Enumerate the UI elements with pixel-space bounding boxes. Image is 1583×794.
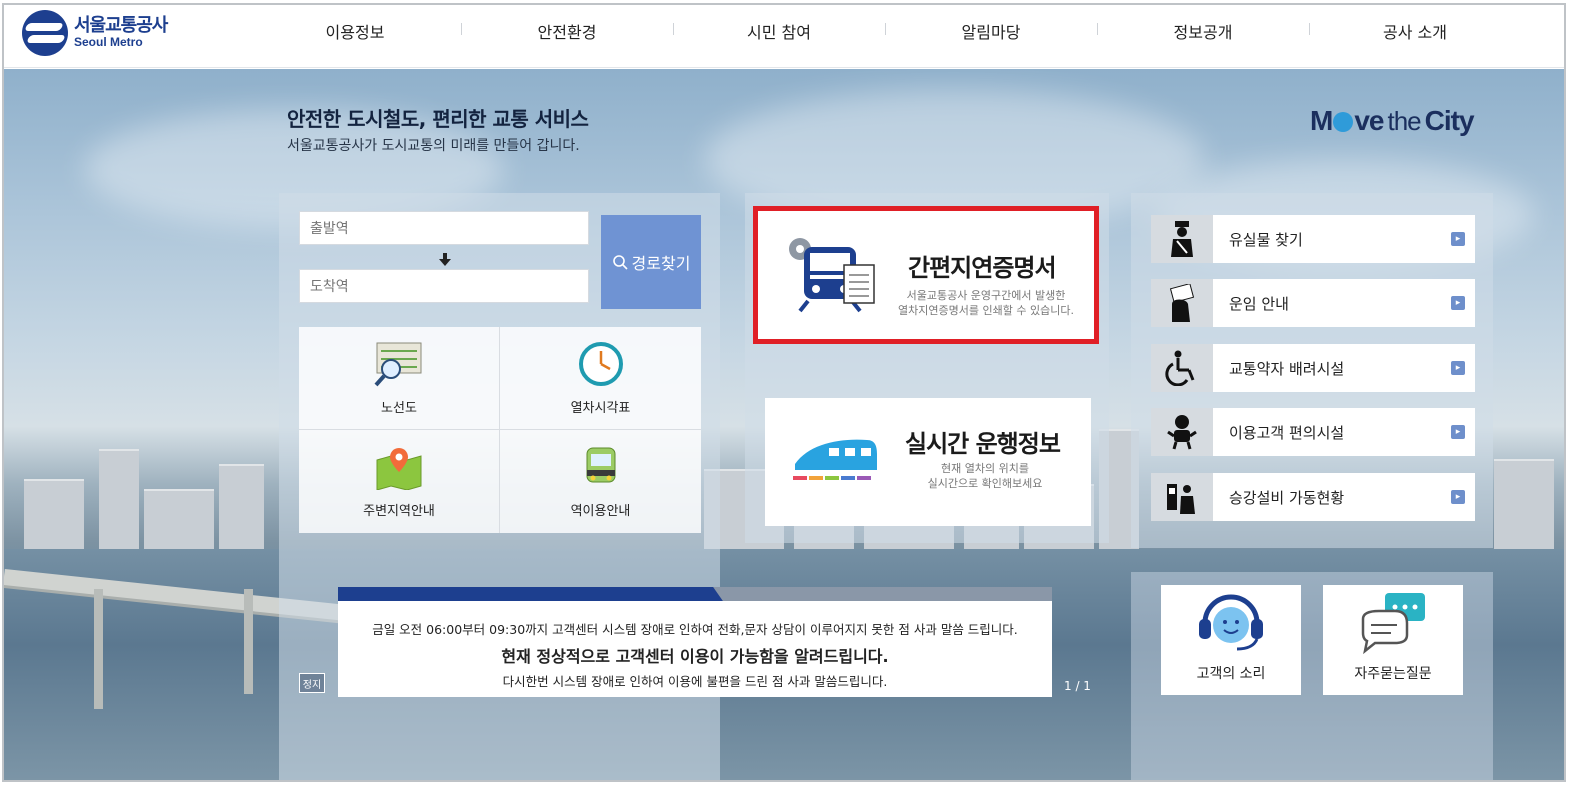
logo-english: Seoul Metro: [74, 35, 143, 50]
service-elevator-status[interactable]: 승강설비 가동현황 ▸: [1151, 473, 1475, 521]
map-pin-icon: [376, 448, 422, 490]
service-accessibility-label: 교통약자 배려시설: [1229, 359, 1345, 378]
nav-disclosure[interactable]: 정보공개: [1097, 19, 1309, 43]
arrow-right-icon: ▸: [1451, 490, 1465, 504]
headset-icon: [1199, 594, 1263, 651]
notice-pager: 1 / 1: [1064, 679, 1091, 693]
realtime-info-card[interactable]: 실시간 운행정보 현재 열차의 위치를 실시간으로 확인해보세요: [765, 398, 1091, 526]
arrival-station-input[interactable]: [299, 269, 589, 303]
notice-stop-button[interactable]: 정지: [299, 673, 325, 693]
service-convenience-label: 이용고객 편의시설: [1229, 423, 1345, 442]
train-document-icon: [789, 238, 875, 313]
move-the-city-slogan: M ve the City: [1310, 105, 1475, 137]
nav-about[interactable]: 공사 소개: [1309, 19, 1521, 43]
lost-item-icon-box: [1151, 215, 1213, 263]
slogan-city: City: [1424, 105, 1475, 136]
browser-frame: 서울교통공사 Seoul Metro 이용정보 안전환경 시민 참여 알림마당 …: [2, 3, 1566, 782]
service-accessibility[interactable]: 교통약자 배려시설 ▸: [1151, 344, 1475, 392]
notice-line-2[interactable]: 현재 정상적으로 고객센터 이용이 가능함을 알려드립니다.: [338, 643, 1052, 667]
elevator-icon: [1167, 484, 1195, 514]
arrow-right-icon: ▸: [1451, 232, 1465, 246]
elevator-icon-box: [1151, 473, 1213, 521]
train-front-icon: [586, 447, 615, 483]
slogan-ve: ve: [1354, 105, 1384, 136]
customer-voice-label: 고객의 소리: [1196, 666, 1266, 682]
site-header: 서울교통공사 Seoul Metro 이용정보 안전환경 시민 참여 알림마당 …: [4, 5, 1564, 68]
quick-timetable-label: 열차시각표: [570, 400, 631, 416]
customer-voice-button[interactable]: 고객의 소리: [1161, 585, 1301, 695]
service-convenience[interactable]: 이용고객 편의시설 ▸: [1151, 408, 1475, 456]
logo-korean: 서울교통공사: [74, 15, 168, 37]
service-lost-items-label: 유실물 찾기: [1229, 230, 1303, 249]
chat-bubble-icon: [1361, 593, 1425, 655]
baby-icon-box: [1151, 408, 1213, 456]
notice-box: 금일 오전 06:00부터 09:30까지 고객센터 시스템 장애로 인하여 전…: [338, 587, 1052, 697]
faq-label: 자주묻는질문: [1354, 666, 1432, 682]
logo-text: 서울교통공사 Seoul Metro: [74, 15, 168, 50]
nav-citizen[interactable]: 시민 참여: [673, 19, 885, 43]
center-cards-panel: 간편지연증명서 서울교통공사 운영구간에서 발생한 열차지연증명서를 인쇄할 수…: [745, 193, 1109, 543]
delay-card-title: 간편지연증명서: [908, 254, 1057, 282]
nav-safety[interactable]: 안전환경: [461, 19, 673, 43]
find-route-label: 경로찾기: [631, 254, 691, 273]
quick-station-guide-label: 역이용안내: [570, 504, 631, 519]
quick-route-map[interactable]: 노선도: [299, 327, 500, 430]
service-list-panel: 유실물 찾기 ▸ 운임 안내 ▸ 교통약자 배려시설 ▸ 이용고객 편의시설 ▸…: [1131, 193, 1493, 548]
route-map-icon: [374, 342, 422, 386]
notice-line-1[interactable]: 금일 오전 06:00부터 09:30까지 고객센터 시스템 장애로 인하여 전…: [338, 619, 1052, 638]
arrow-right-icon: ▸: [1451, 296, 1465, 310]
service-fare-info-label: 운임 안내: [1229, 294, 1289, 313]
arrow-right-icon: ▸: [1451, 425, 1465, 439]
wheelchair-icon: [1165, 350, 1195, 386]
quick-route-map-label: 노선도: [381, 400, 417, 416]
high-speed-train-icon: [793, 439, 877, 480]
delay-card-desc: 서울교통공사 운영구간에서 발생한 열차지연증명서를 인쇄할 수 있습니다.: [886, 289, 1086, 319]
slogan-the: the: [1387, 105, 1421, 136]
find-route-button[interactable]: 경로찾기: [601, 215, 701, 309]
delay-card-desc-line1: 서울교통공사 운영구간에서 발생한: [906, 289, 1066, 302]
site-logo[interactable]: 서울교통공사 Seoul Metro: [22, 10, 168, 56]
hero-title: 안전한 도시철도, 편리한 교통 서비스: [287, 107, 589, 131]
notice-line-3[interactable]: 다시한번 시스템 장애로 인하여 이용에 불편을 드린 점 사과 말씀드립니다.: [338, 671, 1052, 690]
service-lost-items[interactable]: 유실물 찾기 ▸: [1151, 215, 1475, 263]
service-fare-info[interactable]: 운임 안내 ▸: [1151, 279, 1475, 327]
wheelchair-icon-box: [1151, 344, 1213, 392]
realtime-card-desc-line1: 현재 열차의 위치를: [941, 462, 1029, 475]
delay-certificate-card[interactable]: 간편지연증명서 서울교통공사 운영구간에서 발생한 열차지연증명서를 인쇄할 수…: [753, 206, 1099, 344]
faq-button[interactable]: 자주묻는질문: [1323, 585, 1463, 695]
notice-top-bar: [338, 587, 1052, 601]
baby-icon: [1167, 415, 1197, 450]
nav-usage-info[interactable]: 이용정보: [249, 19, 461, 43]
realtime-card-title: 실시간 운행정보: [905, 430, 1061, 458]
slogan-m: M: [1310, 105, 1333, 136]
lost-item-icon: [1171, 221, 1193, 257]
seoul-metro-logo-icon: [22, 10, 68, 56]
arrow-right-icon: ▸: [1451, 361, 1465, 375]
realtime-card-desc: 현재 열차의 위치를 실시간으로 확인해보세요: [905, 462, 1065, 492]
delay-card-desc-line2: 열차지연증명서를 인쇄할 수 있습니다.: [898, 303, 1074, 317]
quick-station-guide[interactable]: 역이용안내: [500, 430, 701, 533]
quick-timetable[interactable]: 열차시각표: [500, 327, 701, 430]
smile-o-icon: [1333, 112, 1354, 132]
quick-nearby-label: 주변지역안내: [363, 504, 435, 519]
clock-icon: [578, 341, 623, 386]
ticket-icon: [1169, 284, 1195, 322]
arrow-down-icon: [439, 253, 451, 266]
ticket-icon-box: [1151, 279, 1213, 327]
departure-station-input[interactable]: [299, 211, 589, 245]
nav-notice[interactable]: 알림마당: [885, 19, 1097, 43]
search-icon: [612, 255, 628, 270]
global-nav: 이용정보 안전환경 시민 참여 알림마당 정보공개 공사 소개: [249, 5, 1521, 57]
realtime-card-desc-line2: 실시간으로 확인해보세요: [927, 476, 1043, 490]
service-elevator-status-label: 승강설비 가동현황: [1229, 488, 1345, 507]
quick-menu-grid: 노선도 열차시각표 주변지역안내 역이용안내: [299, 327, 701, 533]
hero-subtitle: 서울교통공사가 도시교통의 미래를 만들어 갑니다.: [287, 138, 580, 154]
quick-nearby[interactable]: 주변지역안내: [299, 430, 500, 533]
